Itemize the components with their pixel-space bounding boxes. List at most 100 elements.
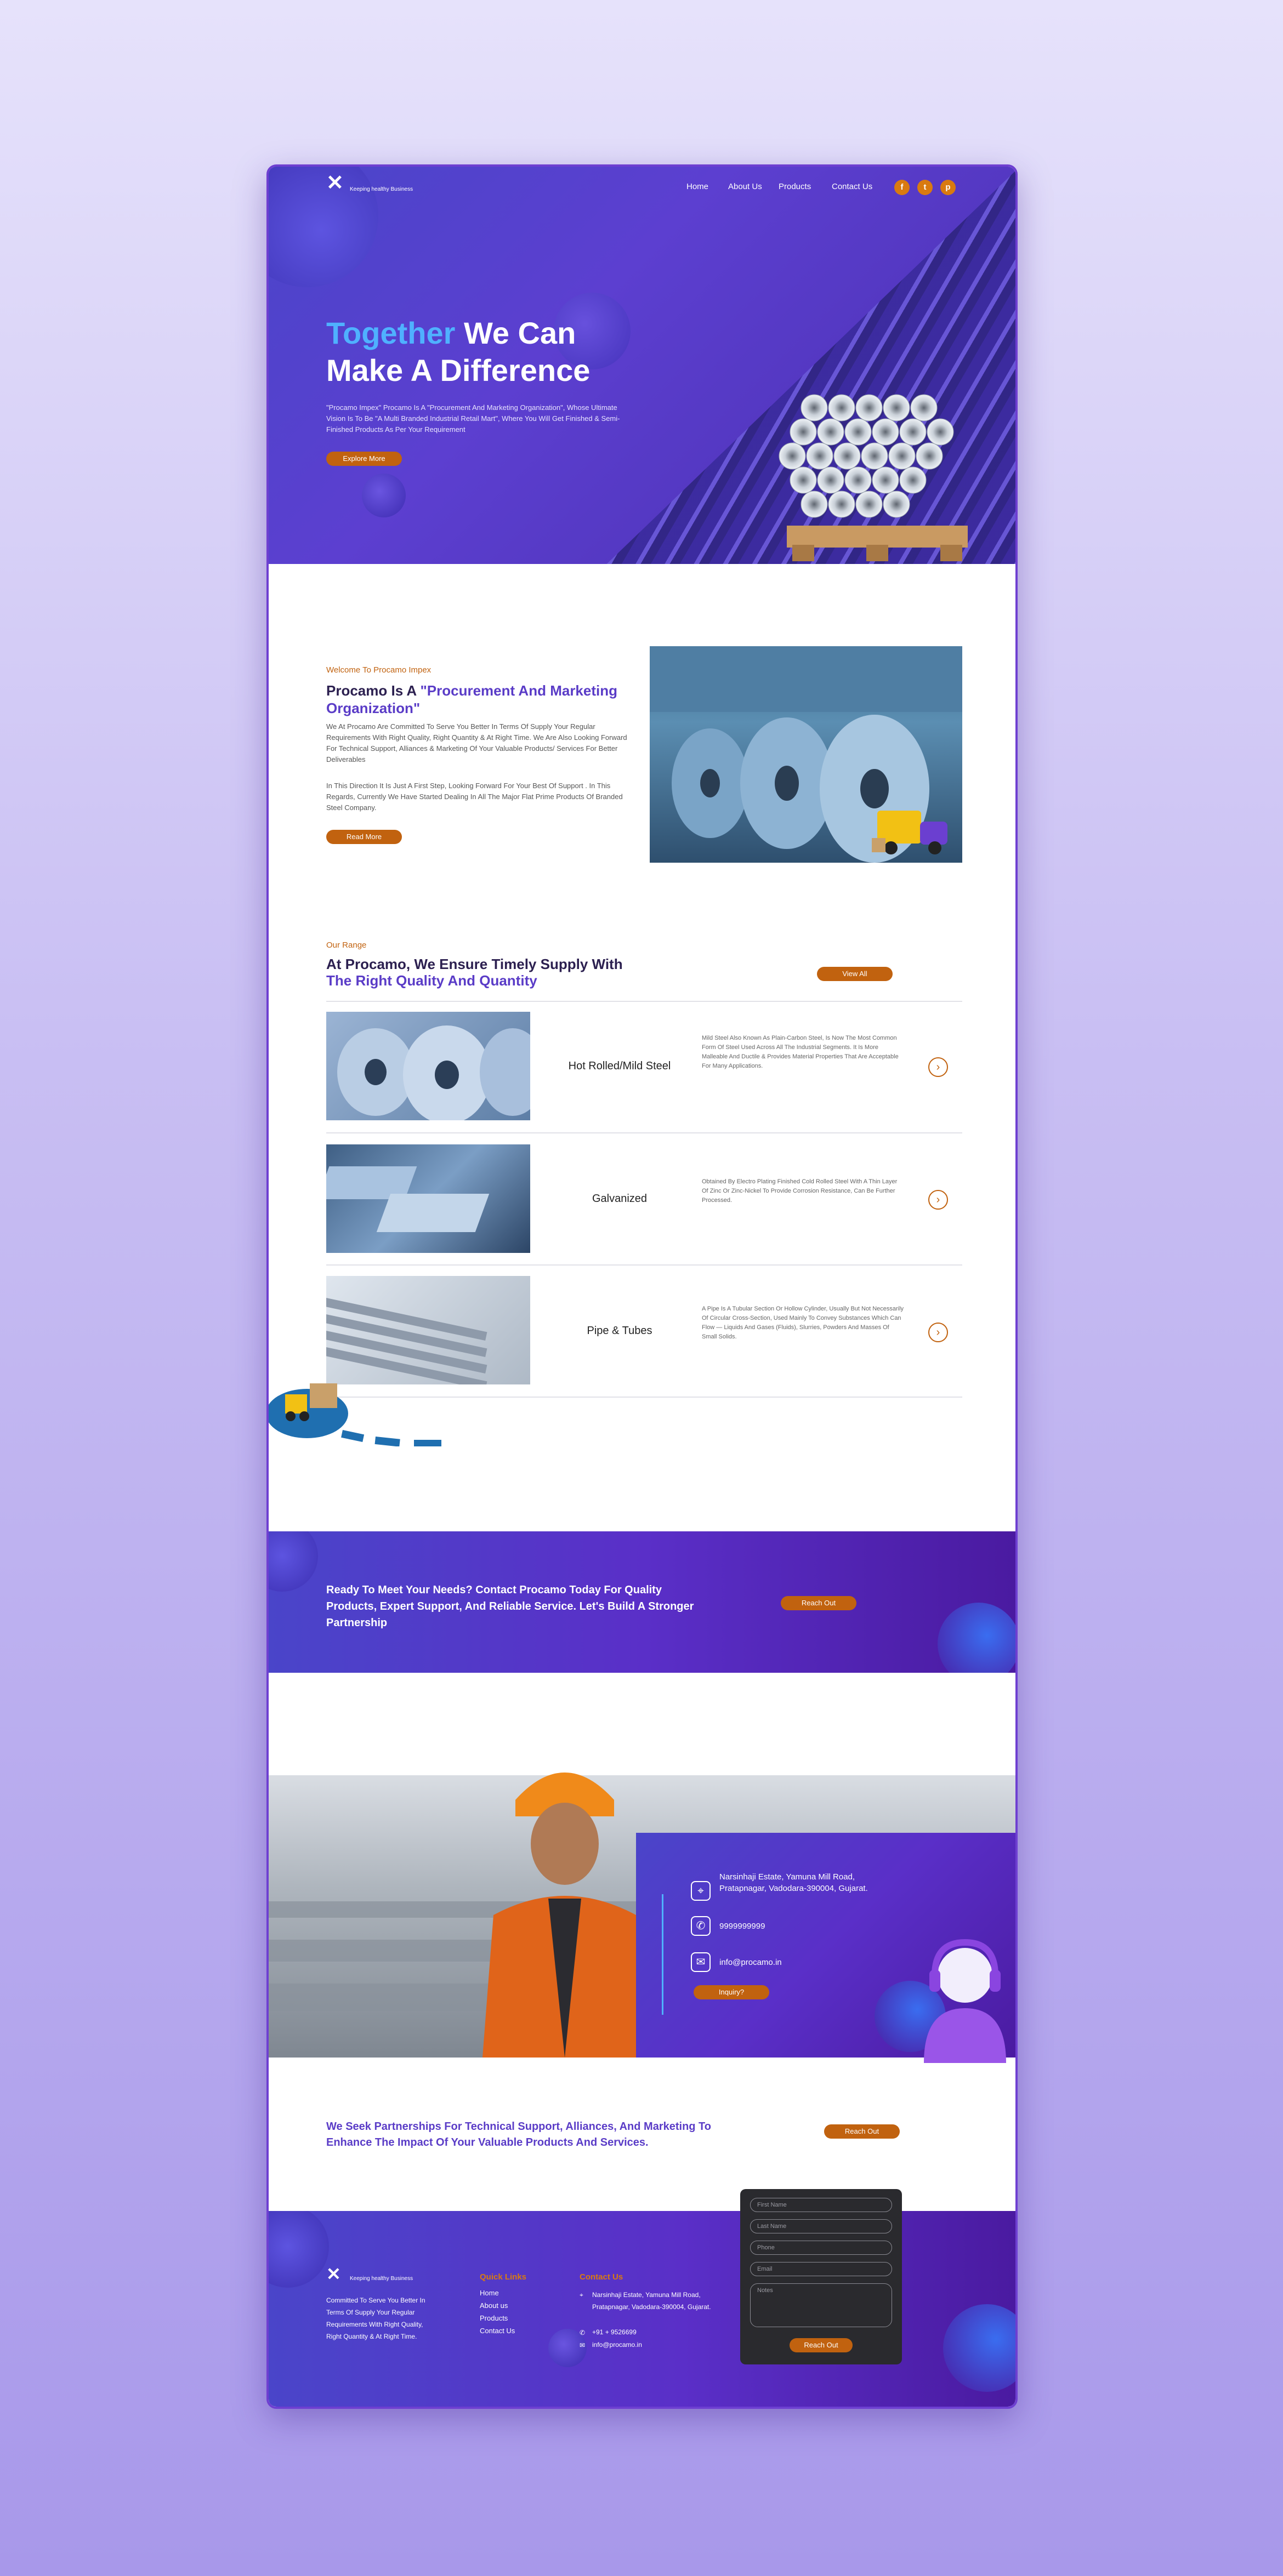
vertical-line bbox=[662, 1894, 663, 2015]
about-paragraph: We At Procamo Are Committed To Serve You… bbox=[326, 722, 627, 763]
arrow-right-icon[interactable]: › bbox=[928, 1057, 948, 1077]
explore-more-button[interactable]: Explore More bbox=[326, 452, 402, 466]
nav-home[interactable]: Home bbox=[686, 182, 708, 191]
phone-field[interactable]: Phone bbox=[750, 2241, 892, 2255]
divider bbox=[326, 1132, 962, 1133]
contact-form: First Name Last Name Phone Email Notes R… bbox=[740, 2189, 902, 2364]
logo-icon[interactable]: ✕ bbox=[326, 172, 350, 194]
partner-text: We Seek Partnerships For Technical Suppo… bbox=[326, 2121, 712, 2148]
footer-logo-icon[interactable]: ✕ bbox=[326, 2263, 350, 2285]
product-image-hot-rolled bbox=[326, 1012, 530, 1120]
pipe-end bbox=[855, 394, 883, 421]
decor-blob bbox=[938, 1603, 1015, 1673]
pipe-end bbox=[844, 418, 872, 446]
email-icon: ✉ bbox=[691, 1952, 711, 1972]
pipe-end bbox=[828, 394, 855, 421]
page-frame: ✕ Keeping healthy Business Home About Us… bbox=[266, 164, 1018, 2409]
nav-products[interactable]: Products bbox=[779, 182, 811, 191]
footer: ✕ Keeping healthy Business Committed To … bbox=[269, 2211, 1015, 2407]
footer-phone[interactable]: +91 + 9526699 bbox=[592, 2328, 637, 2336]
pipe-end bbox=[927, 418, 954, 446]
pipe-end bbox=[899, 418, 927, 446]
contact-phone[interactable]: 9999999999 bbox=[719, 1920, 765, 1932]
pipe-end bbox=[779, 442, 806, 470]
about-eyebrow: Welcome To Procamo Impex bbox=[326, 665, 432, 675]
first-name-field[interactable]: First Name bbox=[750, 2198, 892, 2212]
pipe-end bbox=[883, 491, 910, 518]
pipe-end bbox=[828, 491, 855, 518]
footer-contact-title: Contact Us bbox=[580, 2272, 623, 2282]
email-field[interactable]: Email bbox=[750, 2262, 892, 2276]
brand-tagline: Keeping healthy Business bbox=[350, 186, 413, 192]
read-more-button[interactable]: Read More bbox=[326, 830, 402, 844]
divider bbox=[326, 1264, 962, 1266]
product-image-pipes bbox=[326, 1276, 530, 1384]
form-submit-button[interactable]: Reach Out bbox=[790, 2338, 853, 2352]
pipe-end bbox=[806, 442, 833, 470]
pipe-end bbox=[801, 394, 828, 421]
product-image-galvanized bbox=[326, 1144, 530, 1253]
footer-link-home[interactable]: Home bbox=[480, 2289, 499, 2297]
hero-section: ✕ Keeping healthy Business Home About Us… bbox=[269, 167, 1015, 564]
product-name: Hot Rolled/Mild Steel bbox=[568, 1060, 671, 1072]
decor-blob bbox=[269, 2211, 329, 2288]
nav-about[interactable]: About Us bbox=[728, 182, 762, 191]
decor-blob bbox=[362, 474, 406, 517]
footer-phone-icon: ✆ bbox=[580, 2329, 586, 2336]
pipe-bundle-image bbox=[779, 394, 968, 561]
pipe-end bbox=[855, 491, 883, 518]
pipe-end bbox=[872, 418, 899, 446]
footer-tagline: Keeping healthy Business bbox=[350, 2276, 413, 2282]
cta-text: Ready To Meet Your Needs? Contact Procam… bbox=[326, 1584, 694, 1629]
footer-email-icon: ✉ bbox=[580, 2341, 586, 2349]
product-description: Obtained By Electro Plating Finished Col… bbox=[702, 1178, 898, 1204]
notes-field[interactable]: Notes bbox=[750, 2283, 892, 2327]
range-title: At Procamo, We Ensure Timely Supply With… bbox=[326, 956, 623, 989]
footer-link-products[interactable]: Products bbox=[480, 2314, 508, 2322]
footer-link-contact[interactable]: Contact Us bbox=[480, 2327, 515, 2335]
last-name-field[interactable]: Last Name bbox=[750, 2219, 892, 2233]
support-agent-icon bbox=[924, 1939, 1006, 2063]
pipe-end bbox=[801, 491, 828, 518]
pipe-end bbox=[817, 418, 844, 446]
partner-reach-out-button[interactable]: Reach Out bbox=[824, 2124, 900, 2139]
pipe-end bbox=[910, 394, 938, 421]
footer-location-icon: ⌖ bbox=[580, 2291, 583, 2299]
pinterest-icon[interactable]: p bbox=[940, 180, 956, 195]
arrow-right-icon[interactable]: › bbox=[928, 1190, 948, 1210]
footer-about: Committed To Serve You Better In Terms O… bbox=[326, 2296, 425, 2340]
product-description: A Pipe Is A Tubular Section Or Hollow Cy… bbox=[702, 1306, 904, 1340]
quick-links-title: Quick Links bbox=[480, 2272, 527, 2282]
footer-link-about[interactable]: About us bbox=[480, 2301, 508, 2310]
footer-email[interactable]: info@procamo.in bbox=[592, 2341, 642, 2349]
pipe-end bbox=[861, 442, 888, 470]
hero-description: "Procamo Impex" Procamo Is A "Procuremen… bbox=[326, 403, 620, 434]
pipe-end bbox=[790, 418, 817, 446]
twitter-icon[interactable]: t bbox=[917, 180, 933, 195]
decor-blob bbox=[269, 1531, 318, 1592]
cta-band: Ready To Meet Your Needs? Contact Procam… bbox=[269, 1531, 1015, 1673]
about-paragraph: In This Direction It Is Just A First Ste… bbox=[326, 782, 623, 812]
product-name: Galvanized bbox=[592, 1193, 648, 1205]
facebook-icon[interactable]: f bbox=[894, 180, 910, 195]
product-name: Pipe & Tubes bbox=[587, 1325, 652, 1337]
arrow-right-icon[interactable]: › bbox=[928, 1323, 948, 1342]
contact-address: Narsinhaji Estate, Yamuna Mill Road, Pra… bbox=[719, 1872, 868, 1893]
pipe-end bbox=[888, 442, 916, 470]
pipe-end bbox=[844, 466, 872, 494]
decor-blob bbox=[943, 2304, 1015, 2392]
pipe-end bbox=[872, 466, 899, 494]
pipe-end bbox=[916, 442, 943, 470]
about-title: Procamo Is A "Procurement And Marketing … bbox=[326, 682, 617, 716]
view-all-button[interactable]: View All bbox=[817, 967, 893, 981]
location-icon: ⌖ bbox=[691, 1881, 711, 1901]
nav-contact[interactable]: Contact Us bbox=[832, 182, 872, 191]
delivery-truck-icon bbox=[872, 811, 947, 854]
inquiry-button[interactable]: Inquiry? bbox=[694, 1985, 769, 1999]
divider bbox=[326, 1001, 962, 1002]
forklift-icon bbox=[269, 1383, 441, 1446]
pipe-end bbox=[899, 466, 927, 494]
reach-out-button[interactable]: Reach Out bbox=[781, 1596, 856, 1610]
decor-blob bbox=[269, 167, 378, 287]
contact-email[interactable]: info@procamo.in bbox=[719, 1957, 782, 1968]
